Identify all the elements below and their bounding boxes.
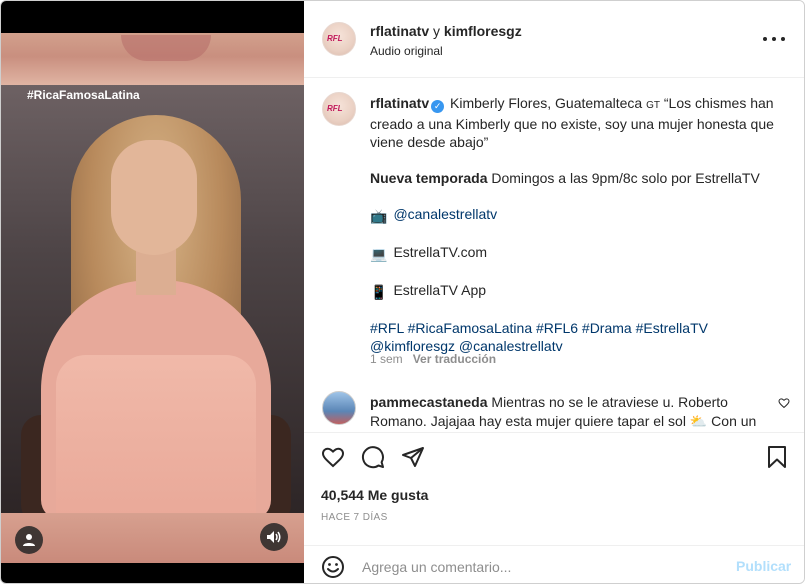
bookmark-icon — [768, 446, 786, 468]
comment-item: pammecastaneda Mientras no se le atravie… — [304, 385, 804, 433]
caption-meta: 1 sem Ver traducción — [370, 352, 496, 366]
commenter-avatar[interactable] — [322, 391, 356, 425]
save-button[interactable] — [764, 444, 790, 470]
add-comment-bar: Publicar — [304, 546, 804, 583]
see-translation-button[interactable]: Ver traducción — [413, 352, 496, 366]
flag-gt: GT — [646, 100, 660, 111]
caption-author-avatar[interactable]: RFL — [322, 92, 356, 126]
video-frame: #RicaFamosaLatina — [1, 85, 304, 513]
caption-time: 1 sem — [370, 352, 403, 366]
site-text: EstrellaTV.com — [393, 244, 488, 260]
comment-icon — [362, 446, 384, 469]
like-button[interactable] — [320, 444, 346, 470]
author-avatar[interactable]: RFL — [322, 22, 356, 56]
share-button[interactable] — [400, 444, 426, 470]
comment-like-heart-icon[interactable] — [778, 397, 790, 409]
video-hashtag-overlay: #RicaFamosaLatina — [27, 88, 140, 102]
season-heading: Nueva temporada — [370, 170, 488, 186]
video-player[interactable]: #RicaFamosaLatina — [1, 1, 304, 583]
user-icon — [23, 534, 35, 546]
tv-icon: 📺 — [370, 208, 388, 224]
post-caption: RFL rflatinatv ✓ Kimberly Flores, Guatema… — [304, 78, 804, 370]
verified-icon: ✓ — [431, 100, 445, 113]
post-comment-button[interactable]: Publicar — [736, 558, 791, 574]
author-names: rflatinatv y kimfloresgz — [370, 23, 522, 39]
audio-icon — [267, 531, 281, 543]
post-side-panel: RFL rflatinatv y kimfloresgz Audio origi… — [304, 1, 804, 583]
coauthor-link[interactable]: kimfloresgz — [444, 23, 522, 39]
tagged-users-button[interactable] — [15, 526, 43, 554]
post-header: RFL rflatinatv y kimfloresgz Audio origi… — [304, 1, 804, 78]
mention-canalestrellatv[interactable]: @canalestrellatv — [393, 206, 497, 222]
audio-toggle-button[interactable] — [260, 523, 288, 551]
phone-icon: 📱 — [370, 284, 388, 300]
comment-input[interactable] — [360, 556, 724, 578]
caption-text: rflatinatv ✓ Kimberly Flores, Guatemaltec… — [370, 95, 774, 354]
comment-button[interactable] — [360, 444, 386, 470]
comment-text: pammecastaneda Mientras no se le atravie… — [370, 394, 757, 429]
commenter-link[interactable]: pammecastaneda — [370, 394, 488, 410]
likes-count[interactable]: 40,544 Me gusta — [321, 487, 428, 503]
audio-link[interactable]: Audio original — [370, 44, 443, 58]
post-dialog: #RicaFamosaLatina RFL rflatinatv y kimfl… — [0, 0, 805, 584]
laptop-icon: 💻 — [370, 246, 388, 262]
video-frame-bottom — [1, 513, 304, 563]
emoji-icon[interactable] — [321, 555, 345, 579]
more-options-icon[interactable] — [763, 29, 785, 49]
heart-icon — [321, 447, 345, 468]
avatar-logo-text: RFL — [327, 34, 343, 43]
author-link[interactable]: rflatinatv — [370, 23, 429, 39]
hashtags[interactable]: #RFL #RicaFamosaLatina #RFL6 #Drama #Est… — [370, 320, 708, 336]
action-bar — [304, 432, 804, 482]
video-frame-top — [1, 33, 304, 85]
post-timestamp: HACE 7 DÍAS — [321, 512, 388, 523]
caption-author-link[interactable]: rflatinatv — [370, 95, 429, 111]
sun-cloud-icon: ⛅ — [689, 413, 708, 429]
share-icon — [402, 447, 424, 467]
app-text: EstrellaTV App — [393, 282, 487, 298]
